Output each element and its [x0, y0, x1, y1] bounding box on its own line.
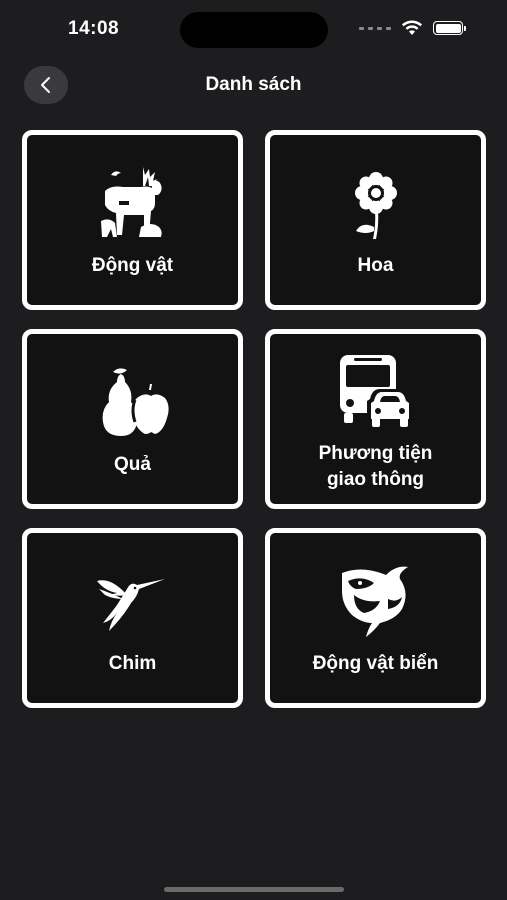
vehicle-icon — [339, 355, 413, 427]
fruit-icon — [102, 368, 169, 436]
category-card-animals[interactable]: Động vật — [22, 130, 243, 310]
home-indicator[interactable] — [164, 887, 344, 892]
category-label: Động vật — [91, 255, 174, 276]
category-card-flowers[interactable]: Hoa — [265, 130, 486, 310]
page-title: Danh sách — [205, 74, 302, 95]
status-bar: 14:08 — [0, 0, 507, 60]
category-label: Hoa — [357, 255, 394, 276]
category-label: Chim — [108, 653, 157, 674]
status-time: 14:08 — [68, 18, 120, 39]
bird-icon — [96, 579, 165, 631]
nav-bar: Danh sách — [0, 62, 507, 108]
category-card-sea-animals[interactable]: Động vật biển — [265, 528, 486, 708]
flower-icon — [354, 172, 397, 239]
category-card-fruits[interactable]: Quả — [22, 329, 243, 509]
category-card-vehicles[interactable]: Phương tiện giao thông — [265, 329, 486, 509]
category-label: Động vật biển — [312, 653, 439, 674]
battery-icon — [433, 21, 466, 35]
status-icons — [359, 20, 466, 36]
animals-icon — [100, 167, 162, 237]
category-card-birds[interactable]: Chim — [22, 528, 243, 708]
category-label: Phương tiện giao thông — [318, 443, 433, 490]
wifi-icon — [402, 20, 422, 35]
cellular-signal-icon — [359, 26, 391, 30]
dynamic-island — [180, 12, 328, 48]
orca-icon — [341, 566, 408, 637]
category-label: Quả — [114, 454, 151, 475]
